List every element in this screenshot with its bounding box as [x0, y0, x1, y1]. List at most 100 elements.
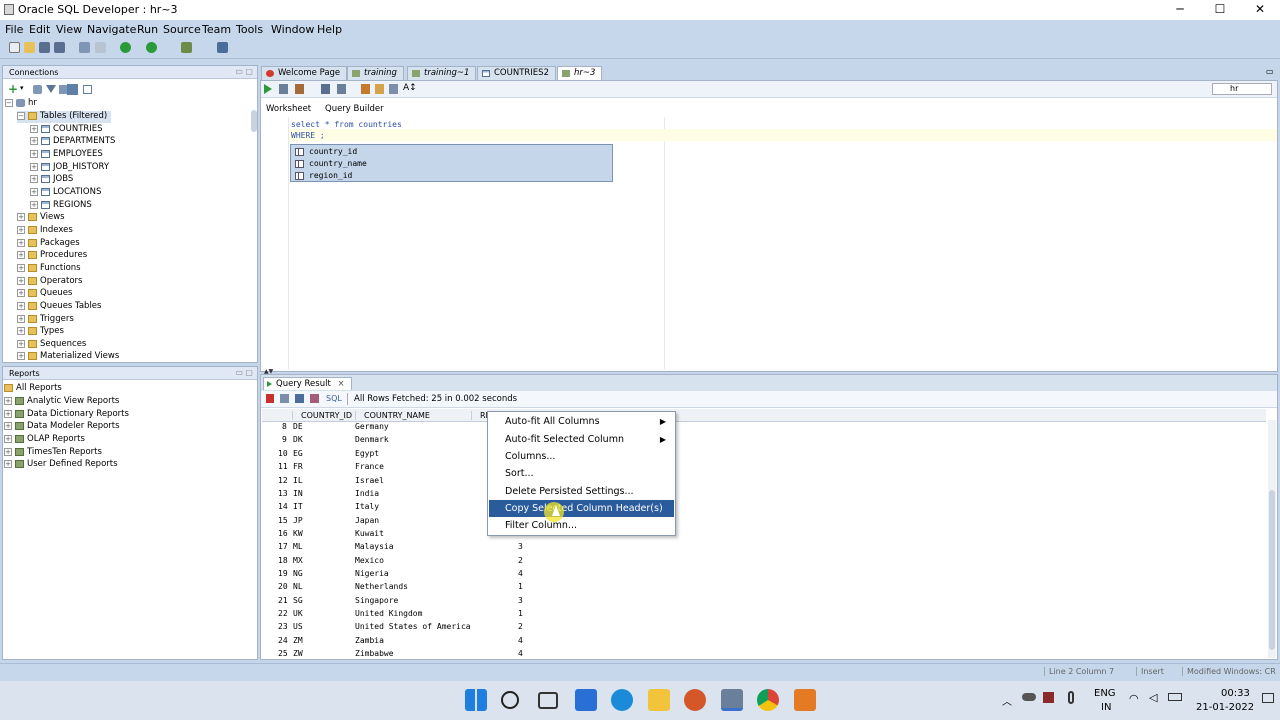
report-data-modeler[interactable]: + Data Modeler Reports [4, 421, 120, 433]
autotrace-icon[interactable] [295, 84, 304, 94]
save-all-icon[interactable] [54, 42, 65, 53]
print-icon[interactable] [280, 394, 289, 403]
battery-icon[interactable] [1168, 693, 1182, 701]
tree-node-materialized-views[interactable]: + Materialized Views [17, 351, 119, 363]
menu-file[interactable]: File [5, 23, 23, 36]
tree-table-jobs[interactable]: + JOBS [30, 174, 73, 186]
wifi-icon[interactable]: ◠ [1129, 692, 1139, 705]
report-user-defined[interactable]: + User Defined Reports [4, 459, 118, 471]
search-icon[interactable] [501, 691, 519, 709]
autocomplete-item-region-id[interactable]: region_id [292, 170, 612, 182]
save-icon[interactable] [39, 42, 50, 53]
menu-item-autofit-all[interactable]: Auto-fit All Columns ▶ [489, 413, 674, 430]
column-header-country-name[interactable]: COUNTRY_NAME [355, 411, 470, 420]
powerpoint-icon[interactable] [684, 689, 706, 711]
menu-source[interactable]: Source [163, 23, 201, 36]
menu-navigate[interactable]: Navigate [87, 23, 136, 36]
refresh-icon[interactable] [33, 85, 42, 94]
result-scrollbar-thumb[interactable] [1269, 490, 1275, 650]
back-icon[interactable] [120, 42, 131, 53]
tab-countries2[interactable]: COUNTRIES2 [477, 66, 556, 80]
menu-item-copy-column-headers[interactable]: Copy Selected Column Header(s) [489, 500, 674, 517]
tree-node-queues-tables[interactable]: + Queues Tables [17, 301, 101, 313]
tree-node-functions[interactable]: + Functions [17, 263, 81, 275]
tree-node-procedures[interactable]: + Procedures [17, 250, 87, 262]
close-result-tab[interactable]: × [338, 379, 345, 389]
import-icon[interactable] [67, 84, 78, 95]
menu-item-delete-persisted[interactable]: Delete Persisted Settings... [489, 483, 674, 500]
windows-start-icon[interactable] [465, 689, 487, 711]
tree-node-triggers[interactable]: + Triggers [17, 314, 74, 326]
tab-hr-3[interactable]: hr~3 [557, 66, 603, 80]
tab-training[interactable]: training [347, 66, 404, 80]
sql-monitor-icon[interactable] [217, 42, 228, 53]
tab-query-result[interactable]: Query Result × [263, 377, 352, 390]
menu-edit[interactable]: Edit [29, 23, 50, 36]
onedrive-icon[interactable] [1022, 693, 1036, 701]
dbms-output-icon[interactable] [181, 42, 192, 53]
language-indicator[interactable]: ENG [1094, 688, 1116, 699]
explain-plan-icon[interactable] [321, 84, 330, 94]
tree-node-hr[interactable]: − hr [5, 98, 37, 110]
menu-item-autofit-selected[interactable]: Auto-fit Selected Column ▶ [489, 431, 674, 448]
notification-icon[interactable] [1262, 693, 1274, 703]
tab-training-1[interactable]: training~1 [407, 66, 477, 80]
file-explorer-icon[interactable] [648, 689, 670, 711]
menu-item-columns[interactable]: Columns... [489, 448, 674, 465]
refresh-results-icon[interactable] [295, 394, 304, 403]
export-icon[interactable] [310, 394, 319, 403]
tree-node-queues[interactable]: + Queues [17, 288, 72, 300]
report-olap[interactable]: + OLAP Reports [4, 434, 85, 446]
tree-node-types[interactable]: + Types [17, 326, 64, 338]
tree-node-indexes[interactable]: + Indexes [17, 225, 73, 237]
tree-table-locations[interactable]: + LOCATIONS [30, 187, 101, 199]
edge-browser-icon[interactable] [611, 689, 633, 711]
close-button[interactable]: ✕ [1240, 0, 1280, 20]
clock-date[interactable]: 21-01-2022 [1196, 702, 1254, 713]
add-connection-icon[interactable]: + [8, 82, 18, 96]
run-statement-icon[interactable] [264, 84, 272, 94]
panel-controls[interactable]: ▭ ▢ [235, 368, 253, 377]
region-indicator[interactable]: IN [1101, 702, 1111, 713]
tab-welcome-page[interactable]: Welcome Page [261, 66, 348, 80]
subtab-query-builder[interactable]: Query Builder [322, 104, 387, 114]
tree-table-regions[interactable]: + REGIONS [30, 200, 92, 212]
chrome-icon[interactable] [757, 689, 779, 711]
connection-options-icon[interactable] [83, 85, 92, 94]
volume-icon[interactable]: ◁ [1149, 691, 1157, 704]
report-all[interactable]: All Reports [4, 383, 62, 395]
report-analytic-view[interactable]: + Analytic View Reports [4, 396, 119, 408]
menu-window[interactable]: Window [271, 23, 314, 36]
commit-icon[interactable] [337, 84, 346, 94]
report-timesten[interactable]: + TimesTen Reports [4, 447, 102, 459]
report-data-dictionary[interactable]: + Data Dictionary Reports [4, 409, 129, 421]
format-icon[interactable]: A↕ [403, 83, 417, 93]
code-line-1[interactable]: select * from countries [291, 120, 402, 129]
code-line-2[interactable]: WHERE ; [291, 131, 325, 140]
sql-developer-icon[interactable] [721, 689, 743, 711]
tray-app-icon[interactable] [1043, 692, 1054, 703]
sql-button[interactable]: SQL [326, 394, 342, 403]
panel-controls[interactable]: ▭ ▢ [235, 67, 253, 76]
maximize-button[interactable]: ☐ [1200, 0, 1240, 20]
redo-icon[interactable] [95, 42, 106, 53]
menu-run[interactable]: Run [137, 23, 158, 36]
open-folder-icon[interactable] [24, 42, 35, 53]
filter-icon[interactable] [46, 85, 56, 93]
tray-chevron-icon[interactable]: ︿ [1002, 693, 1012, 708]
rollback-icon[interactable] [361, 84, 370, 94]
tree-table-job-history[interactable]: + JOB_HISTORY [30, 162, 109, 174]
tree-node-operators[interactable]: + Operators [17, 276, 82, 288]
menu-item-filter-column[interactable]: Filter Column... [489, 517, 674, 534]
connection-select[interactable]: hr [1212, 83, 1272, 95]
microphone-icon[interactable] [1068, 691, 1074, 704]
autocomplete-item-country-name[interactable]: country_name [292, 158, 612, 170]
tree-table-employees[interactable]: + EMPLOYEES [30, 149, 103, 161]
widgets-icon[interactable] [575, 689, 597, 711]
dropdown-arrow-icon[interactable]: ▾ [20, 84, 24, 92]
column-header-country-id[interactable]: COUNTRY_ID [292, 411, 354, 420]
tree-table-departments[interactable]: + DEPARTMENTS [30, 136, 115, 148]
menu-view[interactable]: View [56, 23, 82, 36]
result-scrollbar[interactable] [1268, 420, 1276, 658]
menu-help[interactable]: Help [317, 23, 342, 36]
